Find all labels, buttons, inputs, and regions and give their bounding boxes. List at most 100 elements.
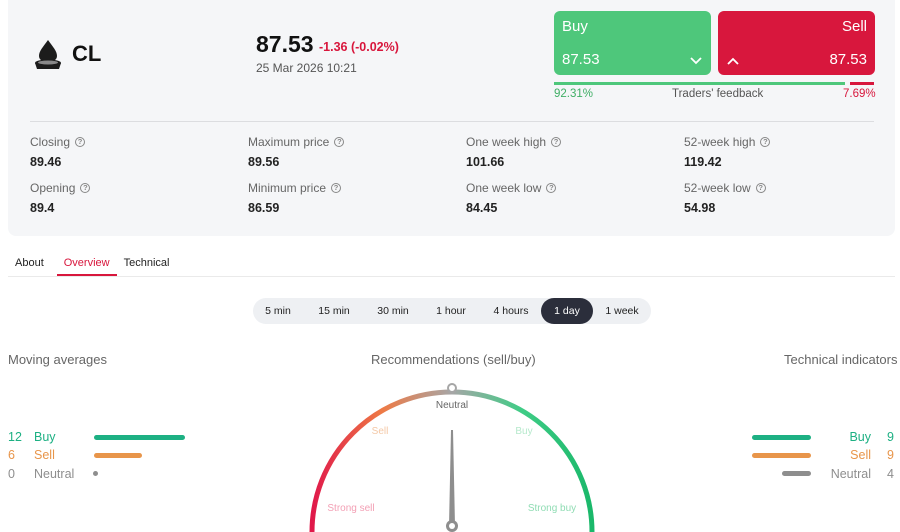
stat-value: 89.56: [248, 155, 280, 169]
buy-button[interactable]: Buy 87.53: [554, 11, 711, 75]
ti-neutral-row: Neutral 4: [822, 467, 894, 481]
technical-indicators-title: Technical indicators: [784, 352, 898, 367]
ma-buy-bar: [94, 435, 185, 440]
stat-label: Closing: [30, 135, 71, 149]
feedback-buy-bar: [554, 82, 845, 85]
gauge-needle-hub-center: [449, 523, 455, 529]
stat-label: Opening: [30, 181, 76, 195]
ma-sell-bar: [94, 453, 142, 458]
ma-neutral-dot: [93, 471, 98, 476]
stat-label: One week low: [466, 181, 542, 195]
sell-label: Sell: [841, 18, 867, 35]
recommendations-title: Recommendations (sell/buy): [371, 352, 536, 367]
instrument-summary-card: CL 87.53 -1.36 (-0.02%) 25 Mar 2026 10:2…: [8, 0, 895, 236]
stat-closing: Closing? 89.46: [30, 135, 86, 169]
quote-datetime: 25 Mar 2026 10:21: [256, 61, 357, 75]
help-icon[interactable]: ?: [75, 137, 86, 147]
ma-buy-count: 12: [8, 430, 22, 444]
price-change: -1.36 (-0.02%): [319, 40, 399, 54]
ma-neutral-count: 0: [8, 467, 15, 481]
stat-minimum-price: Minimum price? 86.59: [248, 181, 342, 215]
ma-neutral-row: 0 Neutral: [8, 467, 74, 481]
ti-buy-count: 9: [887, 430, 894, 444]
timeframe-4-hours[interactable]: 4 hours: [481, 298, 541, 324]
ti-neutral-count: 4: [887, 467, 894, 481]
ma-sell-row: 6 Sell: [8, 448, 55, 462]
stat-label: 52-week high: [684, 135, 756, 149]
timeframe-1-hour[interactable]: 1 hour: [421, 298, 481, 324]
current-price: 87.53: [256, 31, 314, 57]
help-icon[interactable]: ?: [755, 183, 766, 193]
chevron-up-icon: [727, 57, 739, 65]
gauge-strong-sell-label: Strong sell: [327, 503, 374, 514]
stat-opening: Opening? 89.4: [30, 181, 91, 215]
gauge-strong-buy-label: Strong buy: [528, 503, 576, 514]
timeframe-5-min[interactable]: 5 min: [253, 298, 303, 324]
buy-label: Buy: [562, 18, 588, 35]
stat-week-high: One week high? 101.66: [466, 135, 562, 169]
stat-value: 119.42: [684, 155, 722, 169]
ti-sell-label: Sell: [850, 448, 871, 462]
stat-value: 86.59: [248, 201, 280, 215]
gauge-buy-label: Buy: [515, 426, 532, 437]
feedback-sell-percent: 7.69%: [843, 88, 876, 100]
timeframe-15-min[interactable]: 15 min: [303, 298, 365, 324]
ti-buy-row: Buy 9: [822, 430, 894, 444]
stat-label: Maximum price: [248, 135, 330, 149]
tabs-divider: [8, 276, 895, 277]
timeframe-1-week[interactable]: 1 week: [593, 298, 651, 324]
feedback-label: Traders' feedback: [672, 88, 764, 100]
gauge-top-marker: [447, 383, 457, 393]
help-icon[interactable]: ?: [334, 137, 345, 147]
tab-about[interactable]: About: [8, 254, 51, 276]
section-tabs: About Overview Technical: [8, 254, 176, 276]
ti-sell-row: Sell 9: [822, 448, 894, 462]
summary-divider: [30, 121, 874, 122]
timeframe-1-day[interactable]: 1 day: [541, 298, 593, 324]
stat-week-low: One week low? 84.45: [466, 181, 557, 215]
gauge-neutral-label: Neutral: [436, 400, 468, 411]
stat-value: 84.45: [466, 201, 498, 215]
oil-drop-icon: [35, 40, 61, 69]
tab-technical[interactable]: Technical: [117, 254, 177, 276]
help-icon[interactable]: ?: [551, 137, 562, 147]
help-icon[interactable]: ?: [80, 183, 91, 193]
instrument-page: CL 87.53 -1.36 (-0.02%) 25 Mar 2026 10:2…: [0, 0, 900, 532]
help-icon[interactable]: ?: [546, 183, 557, 193]
stat-52-week-low: 52-week low? 54.98: [684, 181, 766, 215]
ma-neutral-label: Neutral: [34, 467, 75, 481]
stat-value: 101.66: [466, 155, 505, 169]
chevron-down-icon: [690, 57, 702, 65]
ti-neutral-label: Neutral: [830, 467, 871, 481]
stat-value: 89.4: [30, 201, 55, 215]
timeframe-selector: 5 min 15 min 30 min 1 hour 4 hours 1 day…: [253, 298, 651, 324]
timeframe-30-min[interactable]: 30 min: [365, 298, 421, 324]
ma-sell-label: Sell: [34, 448, 55, 462]
stat-label: 52-week low: [684, 181, 751, 195]
sell-price: 87.53: [829, 51, 867, 68]
ti-neutral-bar: [782, 471, 811, 476]
gauge-needle: [449, 430, 455, 526]
ma-buy-row: 12 Buy: [8, 430, 56, 444]
gauge-sell-label: Sell: [372, 426, 389, 437]
stat-label: Minimum price: [248, 181, 327, 195]
stat-value: 89.46: [30, 155, 62, 169]
help-icon[interactable]: ?: [331, 183, 342, 193]
sell-button[interactable]: Sell 87.53: [718, 11, 875, 75]
stat-maximum-price: Maximum price? 89.56: [248, 135, 345, 169]
help-icon[interactable]: ?: [760, 137, 771, 147]
recommendation-gauge: Neutral Sell Buy Strong sell Strong buy: [309, 383, 595, 532]
feedback-buy-percent: 92.31%: [554, 88, 594, 100]
ti-sell-count: 9: [887, 448, 894, 462]
ma-buy-label: Buy: [34, 430, 56, 444]
ti-buy-bar: [752, 435, 811, 440]
buy-price: 87.53: [562, 51, 600, 68]
instrument-ticker: CL: [72, 41, 102, 66]
ma-sell-count: 6: [8, 448, 15, 462]
tab-overview[interactable]: Overview: [56, 254, 117, 276]
moving-averages-title: Moving averages: [8, 352, 107, 367]
stat-value: 54.98: [684, 201, 716, 215]
stat-label: One week high: [466, 135, 547, 149]
stat-52-week-high: 52-week high? 119.42: [684, 135, 771, 169]
ti-buy-label: Buy: [849, 430, 871, 444]
